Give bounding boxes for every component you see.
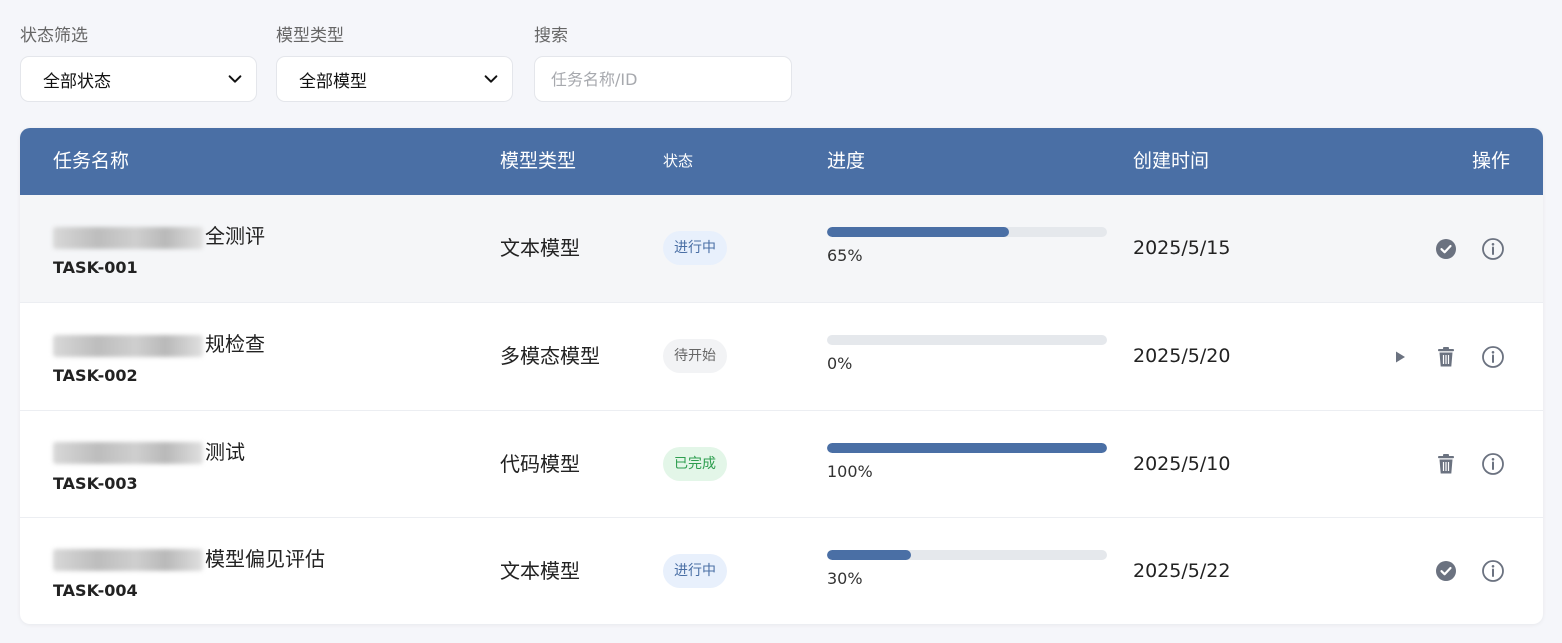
created-date: 2025/5/10 [1133,452,1231,475]
header-model: 模型类型 [500,150,577,172]
model-type: 多模态模型 [500,344,600,369]
trash-icon [1434,345,1458,369]
task-id: TASK-003 [53,473,138,493]
table-row: 全测评 TASK-001 文本模型 进行中 65% 2025/5/15 [20,195,1543,303]
complete-icon [1434,559,1458,583]
redacted-text [53,226,203,249]
progress-track [827,227,1107,237]
progress-text: 100% [827,461,873,481]
chevron-down-icon [228,75,242,83]
info-button[interactable] [1481,518,1505,624]
table-row: 规检查 TASK-002 多模态模型 待开始 0% 2025/5/20 [20,302,1543,409]
progress-text: 65% [827,246,863,265]
trash-button[interactable] [1434,303,1458,410]
info-button[interactable] [1481,411,1505,518]
table-row: 测试 TASK-003 代码模型 已完成 100% 2025/5/10 [20,409,1543,518]
status-badge: 进行中 [663,231,727,265]
redacted-text [53,334,203,357]
task-id: TASK-004 [53,580,138,600]
progress: 65% [827,227,1107,265]
search-label: 搜索 [534,26,568,46]
trash-button[interactable] [1434,411,1458,518]
complete-icon [1434,237,1458,261]
complete-button[interactable] [1434,518,1458,624]
model-type: 代码模型 [500,451,580,476]
table-header: 任务名称 模型类型 状态 进度 创建时间 操作 [20,128,1543,195]
task-id: TASK-001 [53,258,138,277]
header-status: 状态 [663,152,694,170]
table-row: 模型偏见评估 TASK-004 文本模型 进行中 30% 2025/5/22 [20,516,1543,624]
play-button[interactable] [1388,303,1412,410]
status-filter-group: 状态筛选 全部状态 [20,22,257,102]
table-body: 全测评 TASK-001 文本模型 进行中 65% 2025/5/15 规检查 TASK-00… [20,195,1543,624]
play-icon [1388,345,1412,369]
task-table: 任务名称 模型类型 状态 进度 创建时间 操作 全测评 TASK-001 文本模型进… [20,128,1543,624]
progress-fill [827,549,911,560]
progress: 100% [827,442,1107,481]
header-progress: 进度 [827,150,866,172]
task-name: 全测评 [53,220,265,249]
task-id: TASK-002 [53,366,138,386]
search-group: 搜索 [534,22,792,102]
info-icon [1481,237,1505,261]
task-name-text: 全测评 [205,224,265,248]
progress: 30% [827,549,1107,588]
header-actions: 操作 [1471,150,1510,172]
created-date: 2025/5/22 [1133,559,1231,582]
task-name-text: 测试 [205,439,245,464]
filter-bar: 状态筛选 全部状态 模型类型 全部模型 搜索 [20,22,792,102]
task-name-text: 模型偏见评估 [205,546,325,571]
status-filter-value: 全部状态 [43,71,111,92]
search-input[interactable] [534,56,792,102]
model-filter-value: 全部模型 [299,71,367,92]
status-filter-label: 状态筛选 [20,26,88,46]
model-filter-select[interactable]: 全部模型 [276,56,513,102]
model-filter-label: 模型类型 [276,26,344,46]
progress-text: 30% [827,568,863,588]
status-filter-select[interactable]: 全部状态 [20,56,257,102]
info-button[interactable] [1481,195,1505,302]
info-icon [1481,345,1505,369]
progress-fill [827,442,1107,453]
status-badge: 待开始 [663,339,727,374]
model-filter-group: 模型类型 全部模型 [276,22,513,102]
complete-button[interactable] [1434,195,1458,302]
header-created: 创建时间 [1133,150,1210,172]
created-date: 2025/5/20 [1133,345,1231,368]
header-name: 任务名称 [53,150,130,172]
redacted-text [53,549,203,572]
progress: 0% [827,335,1107,373]
status-badge: 已完成 [663,446,727,481]
trash-icon [1434,452,1458,476]
info-icon [1481,559,1505,583]
task-name-text: 规检查 [205,332,265,357]
progress-text: 0% [827,354,853,374]
info-icon [1481,452,1505,476]
progress-track [827,442,1107,453]
task-name: 测试 [53,436,245,465]
progress-track [827,549,1107,560]
progress-fill [827,227,1009,237]
progress-track [827,335,1107,346]
info-button[interactable] [1481,303,1505,410]
status-badge: 进行中 [663,553,727,588]
model-type: 文本模型 [500,558,580,583]
model-type: 文本模型 [500,236,580,260]
task-name: 规检查 [53,328,265,357]
redacted-text [53,442,203,464]
task-name: 模型偏见评估 [53,543,325,572]
created-date: 2025/5/15 [1133,237,1231,259]
chevron-down-icon [484,75,498,83]
